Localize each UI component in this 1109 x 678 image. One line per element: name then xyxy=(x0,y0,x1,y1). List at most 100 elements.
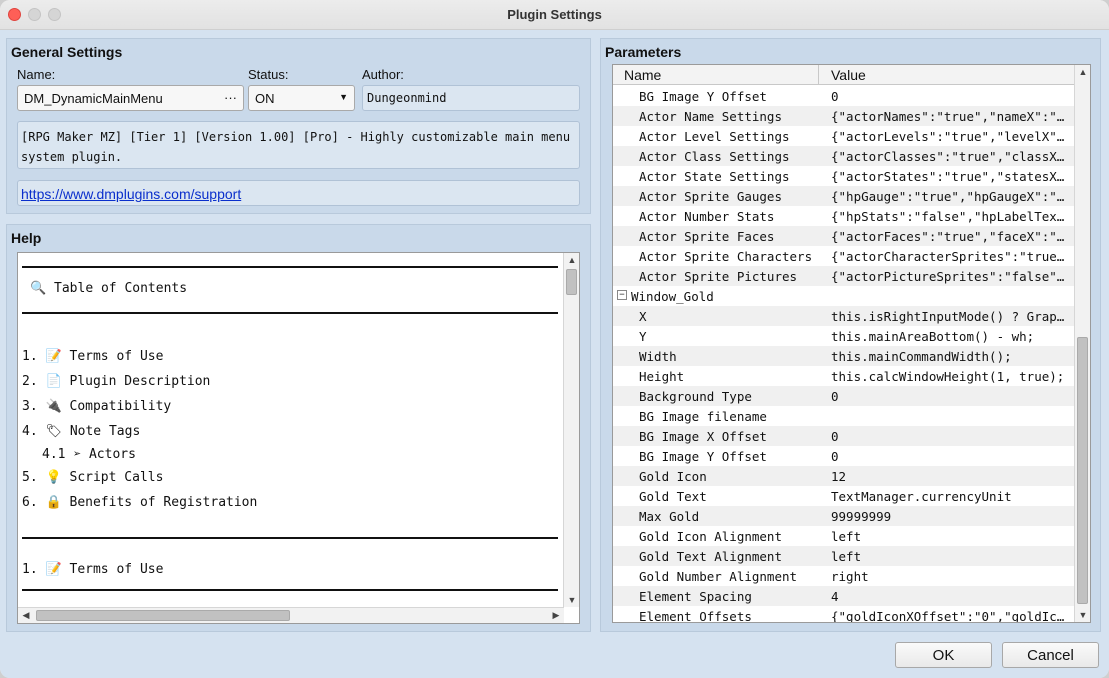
parameter-value[interactable]: this.isRightInputMode() ? Graphi… xyxy=(831,309,1071,324)
parameter-value[interactable]: this.calcWindowHeight(1, true); xyxy=(831,369,1071,384)
parameter-value[interactable]: left xyxy=(831,529,1071,544)
parameters-title: Parameters xyxy=(605,44,682,60)
more-options-icon[interactable]: ··· xyxy=(224,90,237,105)
toc-item-description[interactable]: 2. 📄 Plugin Description xyxy=(22,374,210,389)
parameter-name: Width xyxy=(639,349,677,364)
parameter-row[interactable]: BG Image Y Offset 0 xyxy=(613,446,1075,466)
parameter-row[interactable]: Actor Sprite Pictures {"actorPictureSprit… xyxy=(613,266,1075,286)
toc-item-compatibility[interactable]: 3. 🔌 Compatibility xyxy=(22,399,171,414)
parameter-value[interactable]: TextManager.currencyUnit xyxy=(831,489,1071,504)
parameter-row[interactable]: Background Type 0 xyxy=(613,386,1075,406)
parameter-row[interactable]: Actor Class Settings {"actorClasses":"tru… xyxy=(613,146,1075,166)
toc-item-note-tags[interactable]: 4. 🏷 Note Tags xyxy=(22,424,140,439)
parameter-value[interactable]: {"actorClasses":"true","classX":"… xyxy=(831,149,1071,164)
title-bar: Plugin Settings xyxy=(0,0,1109,30)
parameter-row[interactable]: Gold Number Alignment right xyxy=(613,566,1075,586)
parameter-row[interactable]: Actor Sprite Characters {"actorCharacterS… xyxy=(613,246,1075,266)
parameter-row[interactable]: Element Offsets {"goldIconXOffset":"0","g… xyxy=(613,606,1075,623)
vertical-scroll-thumb[interactable] xyxy=(566,269,577,295)
parameter-value[interactable]: 99999999 xyxy=(831,509,1071,524)
scroll-right-arrow-icon[interactable]: ▶ xyxy=(548,610,564,621)
parameter-row[interactable]: BG Image X Offset 0 xyxy=(613,426,1075,446)
parameter-row[interactable]: Actor Sprite Faces {"actorFaces":"true","… xyxy=(613,226,1075,246)
parameter-row[interactable]: Actor Number Stats {"hpStats":"false","hp… xyxy=(613,206,1075,226)
scroll-up-arrow-icon[interactable]: ▲ xyxy=(1075,67,1090,77)
parameter-row[interactable]: Actor State Settings {"actorStates":"true… xyxy=(613,166,1075,186)
parameter-value[interactable]: this.mainCommandWidth(); xyxy=(831,349,1071,364)
plugin-name-field[interactable]: DM_DynamicMainMenu ··· xyxy=(17,85,244,111)
parameter-value[interactable]: {"actorNames":"true","nameX":"re… xyxy=(831,109,1071,124)
parameter-row[interactable]: Width this.mainCommandWidth(); xyxy=(613,346,1075,366)
parameter-name: Element Offsets xyxy=(639,609,752,623)
support-link[interactable]: https://www.dmplugins.com/support xyxy=(21,186,241,202)
parameters-table[interactable]: Name Value BG Image Y Offset 0 Actor Name … xyxy=(612,64,1091,623)
parameter-row[interactable]: BG Image filename xyxy=(613,406,1075,426)
scroll-up-arrow-icon[interactable]: ▲ xyxy=(564,255,579,265)
parameter-name: Y xyxy=(639,329,647,344)
scroll-down-arrow-icon[interactable]: ▼ xyxy=(1075,610,1090,620)
parameter-row[interactable]: Actor Sprite Gauges {"hpGauge":"true","hp… xyxy=(613,186,1075,206)
parameter-name: Actor Name Settings xyxy=(639,109,782,124)
parameter-value[interactable]: 12 xyxy=(831,469,1071,484)
author-field[interactable]: Dungeonmind xyxy=(362,85,580,111)
parameter-value[interactable]: 0 xyxy=(831,389,1071,404)
plugin-description: [RPG Maker MZ] [Tier 1] [Version 1.00] [… xyxy=(17,121,580,169)
parameter-value[interactable]: {"hpStats":"false","hpLabelText"… xyxy=(831,209,1071,224)
parameter-value[interactable]: {"actorCharacterSprites":"true",… xyxy=(831,249,1071,264)
toc-item-script-calls[interactable]: 5. 💡 Script Calls xyxy=(22,470,163,485)
parameter-row[interactable]: Actor Name Settings {"actorNames":"true",… xyxy=(613,106,1075,126)
lock-icon: 🔒 xyxy=(45,495,62,510)
parameter-value[interactable]: {"actorFaces":"true","faceX":"re… xyxy=(831,229,1071,244)
parameter-name: Gold Number Alignment xyxy=(639,569,798,584)
parameter-value[interactable]: 0 xyxy=(831,449,1071,464)
column-header-value[interactable]: Value xyxy=(831,67,866,83)
parameter-row[interactable]: Element Spacing 4 xyxy=(613,586,1075,606)
column-separator[interactable] xyxy=(818,65,819,85)
parameter-name: BG Image Y Offset xyxy=(639,89,767,104)
scroll-down-arrow-icon[interactable]: ▼ xyxy=(564,595,579,605)
parameter-row[interactable]: BG Image Y Offset 0 xyxy=(613,86,1075,106)
parameters-vertical-scrollbar[interactable]: ▲ ▼ xyxy=(1074,65,1090,622)
parameter-row[interactable]: Actor Level Settings {"actorLevels":"true… xyxy=(613,126,1075,146)
parameter-row[interactable]: Ythis.mainAreaBottom() - wh; xyxy=(613,326,1075,346)
parameter-value[interactable]: {"actorPictureSprites":"false","… xyxy=(831,269,1071,284)
horizontal-scroll-thumb[interactable] xyxy=(36,610,290,621)
help-vertical-scrollbar[interactable]: ▲ ▼ xyxy=(563,253,579,607)
parameter-value[interactable]: 0 xyxy=(831,429,1071,444)
vertical-scroll-thumb[interactable] xyxy=(1077,337,1088,604)
ok-button[interactable]: OK xyxy=(895,642,992,668)
cancel-button[interactable]: Cancel xyxy=(1002,642,1099,668)
parameter-row[interactable]: Height this.calcWindowHeight(1, true); xyxy=(613,366,1075,386)
parameter-row[interactable]: Gold Icon 12 xyxy=(613,466,1075,486)
parameter-row[interactable]: Gold Text Alignment left xyxy=(613,546,1075,566)
help-content-view[interactable]: 🔍 Table of Contents 1. 📝 Terms of Use 2.… xyxy=(17,252,580,624)
parameter-value[interactable]: this.mainAreaBottom() - wh; xyxy=(831,329,1071,344)
status-select[interactable]: ON ▼ xyxy=(248,85,355,111)
parameter-value[interactable]: 0 xyxy=(831,89,1071,104)
parameter-name: Actor State Settings xyxy=(639,169,790,184)
parameter-value[interactable]: {"hpGauge":"true","hpGaugeX":"re… xyxy=(831,189,1071,204)
column-header-name[interactable]: Name xyxy=(624,67,661,83)
parameter-value[interactable]: {"goldIconXOffset":"0","goldIcon… xyxy=(831,609,1071,622)
parameter-value[interactable]: right xyxy=(831,569,1071,584)
scroll-left-arrow-icon[interactable]: ◀ xyxy=(18,610,34,621)
toc-item-label: Note Tags xyxy=(69,424,141,439)
help-horizontal-scrollbar[interactable]: ◀ ▶ xyxy=(18,607,564,623)
parameter-value[interactable]: left xyxy=(831,549,1071,564)
parameter-value[interactable]: {"actorLevels":"true","levelX":"… xyxy=(831,129,1071,144)
parameter-row[interactable]: Xthis.isRightInputMode() ? Graphi… xyxy=(613,306,1075,326)
parameter-row[interactable]: Gold Icon Alignment left xyxy=(613,526,1075,546)
parameter-row[interactable]: Max Gold 99999999 xyxy=(613,506,1075,526)
toc-item-registration[interactable]: 6. 🔒 Benefits of Registration xyxy=(22,495,257,510)
parameter-row[interactable]: Gold Text TextManager.currencyUnit xyxy=(613,486,1075,506)
parameter-group-name: Window_Gold xyxy=(631,289,714,304)
parameter-group-row[interactable]: − Window_Gold xyxy=(613,286,1075,306)
collapse-toggle-icon[interactable]: − xyxy=(617,290,627,300)
parameter-value[interactable]: 4 xyxy=(831,589,1071,604)
toc-item-terms[interactable]: 1. 📝 Terms of Use xyxy=(22,349,163,364)
section-title: Terms of Use xyxy=(69,562,164,577)
parameter-value[interactable]: {"actorStates":"true","statesX":… xyxy=(831,169,1071,184)
parameter-name: Background Type xyxy=(639,389,752,404)
toc-subitem-actors[interactable]: 4.1 ➢ Actors xyxy=(42,447,136,462)
parameter-name: BG Image Y Offset xyxy=(639,449,767,464)
